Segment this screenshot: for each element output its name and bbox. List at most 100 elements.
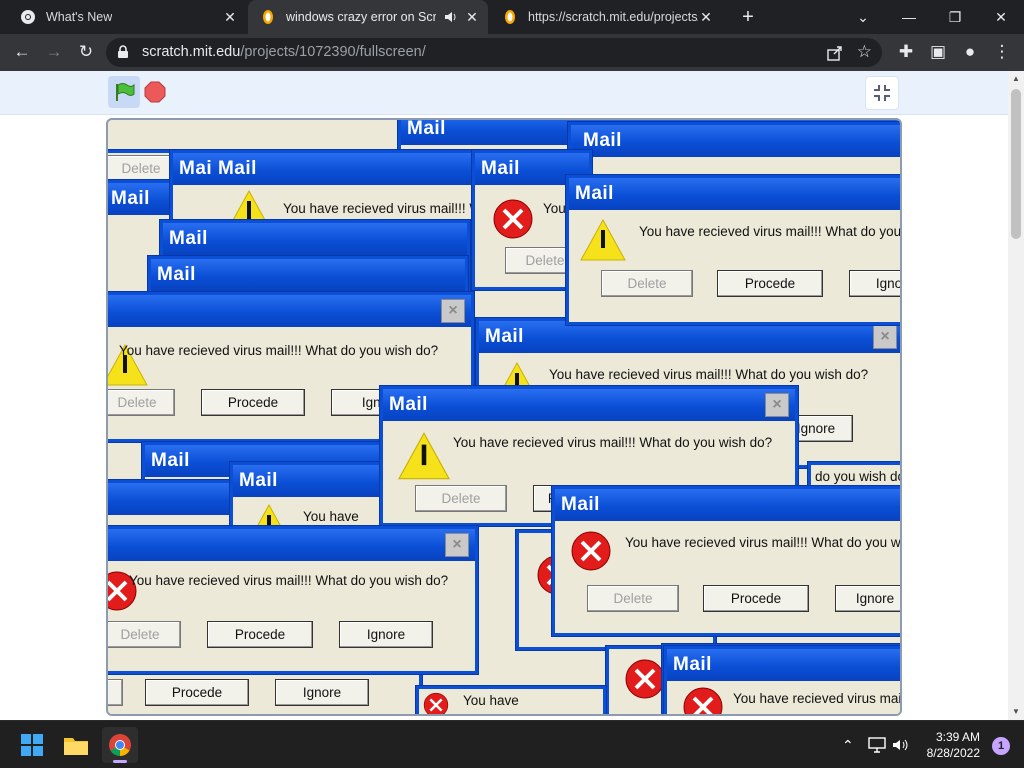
- menu-kebab-icon[interactable]: ⋮: [990, 40, 1014, 64]
- restore-button[interactable]: ❐: [932, 0, 978, 34]
- popup-title-bar: [108, 483, 229, 515]
- popup-title: Mail: [479, 321, 900, 353]
- volume-icon[interactable]: [892, 721, 910, 769]
- tab-title: windows crazy error on Scratch: [286, 10, 436, 24]
- start-button[interactable]: [14, 727, 50, 763]
- back-arrow-icon[interactable]: ←: [10, 40, 34, 64]
- popup-message: You have recieved virus mail!!! What do …: [453, 435, 773, 450]
- delete-button[interactable]: Delete: [108, 621, 181, 648]
- scratch-cat-icon: [263, 10, 273, 24]
- ignore-button[interactable]: Igno: [849, 270, 900, 297]
- speaker-icon: [893, 739, 908, 751]
- chrome-taskbar-button[interactable]: [102, 727, 138, 763]
- tab-whats-new[interactable]: What's New ✕: [8, 0, 246, 34]
- network-icon[interactable]: [868, 721, 886, 769]
- chevron-up-icon[interactable]: ⌃: [842, 721, 858, 769]
- warning-triangle-icon: [398, 432, 450, 480]
- mail-popup[interactable]: You have: [416, 686, 606, 714]
- popup-message: You have: [463, 693, 519, 708]
- system-clock[interactable]: 3:39 AM 8/28/2022: [927, 729, 980, 761]
- mail-popup[interactable]: Mail You have recieved virus mail!!! Wha…: [552, 486, 902, 636]
- ignore-button[interactable]: Ignore: [835, 585, 900, 612]
- delete-button[interactable]: Delete: [108, 389, 175, 416]
- forward-arrow-icon[interactable]: →: [42, 40, 66, 64]
- popup-title: Mail: [151, 259, 465, 291]
- page-scrollbar[interactable]: ▲ ▼: [1008, 71, 1024, 720]
- popup-message: You have recieved virus mail!!! What do …: [639, 224, 902, 239]
- mail-popup[interactable]: × You have recieved virus mail!!! What d…: [108, 526, 478, 674]
- procede-button[interactable]: Procede: [717, 270, 823, 297]
- mail-popup[interactable]: Mail You have recieved virus mail!!! Wha…: [664, 646, 900, 714]
- lock-icon: [118, 45, 128, 58]
- tab-title: What's New: [46, 10, 113, 24]
- tab-scratch-project[interactable]: https://scratch.mit.edu/projects/1 ✕: [490, 0, 722, 34]
- close-button[interactable]: ×: [445, 533, 469, 557]
- mail-popup[interactable]: Mail You have recieved virus mail!!! Wha…: [566, 175, 902, 325]
- popup-title: Mail: [233, 465, 397, 497]
- windows-taskbar: ⌃ 3:39 AM 8/28/2022 1: [0, 720, 1024, 768]
- exit-fullscreen-button[interactable]: [865, 76, 899, 110]
- ignore-button[interactable]: Ignore: [339, 621, 433, 648]
- scroll-down-arrow-icon[interactable]: ▼: [1008, 704, 1024, 720]
- ignore-button[interactable]: Ignore: [275, 679, 369, 706]
- address-bar[interactable]: scratch.mit.edu/projects/1072390/fullscr…: [106, 38, 882, 67]
- chrome-icon: [109, 734, 131, 756]
- popup-title-bar: [108, 295, 471, 327]
- procede-button[interactable]: Procede: [207, 621, 313, 648]
- popup-title: Mail: [569, 178, 900, 210]
- popup-title-bar: [108, 529, 475, 561]
- scratch-stage[interactable]: Mail Mail Delete Mail Mai Mail You have …: [106, 118, 902, 716]
- popup-message: You have recieved virus mail!!! What do …: [549, 367, 869, 382]
- extensions-puzzle-icon[interactable]: ✚: [894, 40, 918, 64]
- url-text: scratch.mit.edu/projects/1072390/fullscr…: [142, 44, 426, 60]
- procede-button[interactable]: Procede: [145, 679, 249, 706]
- popup-title: Mail: [383, 389, 795, 421]
- delete-button[interactable]: [108, 679, 123, 706]
- side-panel-icon[interactable]: ▣: [926, 40, 950, 64]
- mail-popup[interactable]: Mail: [568, 122, 900, 182]
- exit-fullscreen-icon: [874, 85, 890, 101]
- popup-title: Mail: [571, 125, 900, 157]
- error-x-icon: [423, 692, 449, 714]
- tab-title: https://scratch.mit.edu/projects/1: [528, 10, 698, 24]
- bookmark-star-icon[interactable]: ☆: [857, 43, 872, 61]
- popup-title: Mail: [667, 649, 900, 681]
- close-button[interactable]: ×: [873, 325, 897, 349]
- popup-title: Mail: [163, 223, 467, 255]
- share-icon[interactable]: [826, 44, 844, 62]
- close-icon[interactable]: ✕: [464, 9, 480, 25]
- scroll-up-arrow-icon[interactable]: ▲: [1008, 71, 1024, 87]
- notification-badge[interactable]: 1: [992, 737, 1010, 755]
- profile-avatar-icon[interactable]: ●: [958, 40, 982, 64]
- tab-windows-crazy-error[interactable]: windows crazy error on Scratch ✕: [248, 0, 488, 34]
- popup-message: do you wish do?: [815, 469, 900, 484]
- url-path: /projects/1072390/fullscreen/: [240, 44, 426, 60]
- close-window-button[interactable]: ✕: [978, 0, 1024, 34]
- procede-button[interactable]: Procede: [201, 389, 305, 416]
- close-icon[interactable]: ✕: [698, 9, 714, 25]
- close-icon[interactable]: ✕: [222, 9, 238, 25]
- delete-button[interactable]: Delete: [415, 485, 507, 512]
- stop-sign-icon[interactable]: [144, 81, 166, 103]
- minimize-button[interactable]: —: [886, 0, 932, 34]
- speaker-icon[interactable]: [444, 10, 458, 24]
- close-button[interactable]: ×: [441, 299, 465, 323]
- reload-icon[interactable]: ↻: [74, 40, 98, 64]
- scratch-cat-icon: [505, 10, 515, 24]
- tab-strip: What's New ✕ windows crazy error on Scra…: [0, 0, 1024, 34]
- file-explorer-button[interactable]: [58, 727, 94, 763]
- scratch-controls-bar: [0, 71, 1008, 115]
- close-button[interactable]: ×: [765, 393, 789, 417]
- green-flag-button[interactable]: [108, 76, 140, 108]
- popup-message: You have recieved virus mail!!! What do …: [625, 535, 902, 550]
- clock-time: 3:39 AM: [935, 730, 980, 744]
- clock-date: 8/28/2022: [926, 746, 980, 760]
- new-tab-button[interactable]: +: [738, 7, 758, 27]
- delete-button[interactable]: Delete: [587, 585, 679, 612]
- windows-logo-icon: [21, 734, 43, 756]
- scrollbar-thumb[interactable]: [1011, 89, 1021, 239]
- delete-button[interactable]: Delete: [601, 270, 693, 297]
- popup-message: You have: [303, 509, 359, 524]
- procede-button[interactable]: Procede: [703, 585, 809, 612]
- tab-search-chevron-icon[interactable]: ⌄: [840, 0, 886, 34]
